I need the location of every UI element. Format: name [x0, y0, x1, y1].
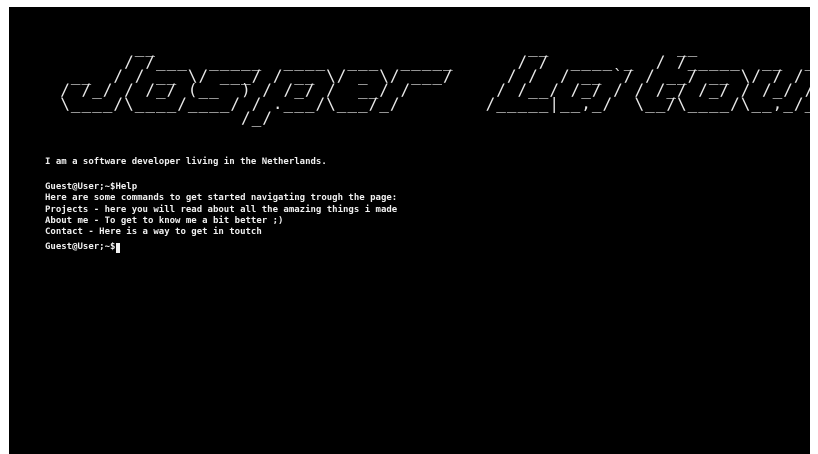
ascii-name-banner: __ __ __ / /___ _____ ____ ___ _____ / /… — [60, 38, 810, 127]
intro-text: I am a software developer living in the … — [45, 157, 327, 167]
terminal-output: Guest@User;~$Help Here are some commands… — [45, 182, 397, 254]
help-projects-line: Projects - here you will read about all … — [45, 204, 398, 215]
prompt-label: Guest@User;~$ — [45, 242, 116, 253]
help-about-line: About me - To get to know me a bit bette… — [45, 215, 284, 226]
help-contact-line: Contact - Here is a way to get in toutch — [45, 227, 262, 238]
terminal-window[interactable]: __ __ __ / /___ _____ ____ ___ _____ / /… — [9, 7, 810, 454]
text-cursor — [116, 243, 121, 254]
help-header-line: Here are some commands to get started na… — [45, 193, 398, 204]
page-frame: __ __ __ / /___ _____ ____ ___ _____ / /… — [0, 0, 818, 454]
command-echo-line: Guest@User;~$Help — [45, 182, 138, 192]
command-prompt[interactable]: Guest@User;~$ — [45, 242, 397, 254]
